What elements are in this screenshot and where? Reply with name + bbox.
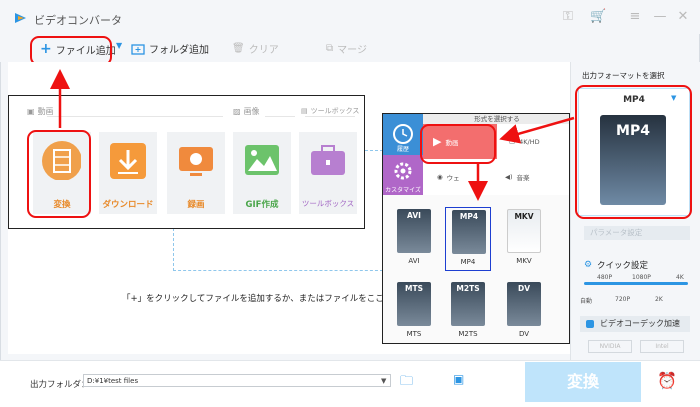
annotation-arrows [50,69,575,201]
arrow-to-video-tab [499,116,575,144]
